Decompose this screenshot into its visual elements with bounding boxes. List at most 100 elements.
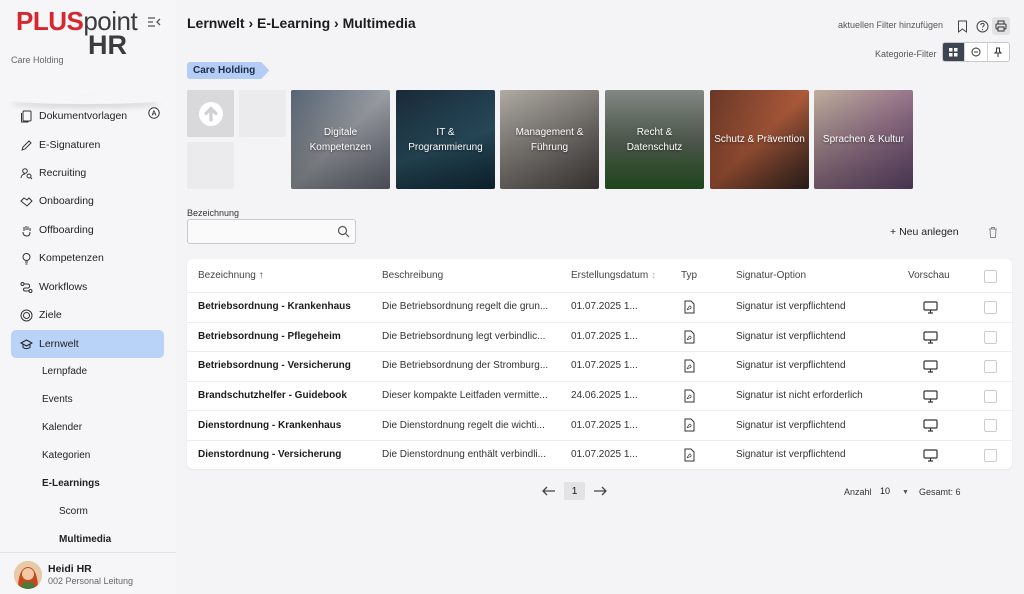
prev-page-arrow-icon[interactable] <box>542 486 556 496</box>
total-count: Gesamt: 6 <box>919 487 961 497</box>
monitor-icon[interactable] <box>923 419 938 432</box>
pdf-icon[interactable] <box>684 389 695 403</box>
search-label: Bezeichnung <box>187 208 240 218</box>
row-checkbox[interactable] <box>984 331 997 344</box>
sidebar-item-e-signaturen[interactable]: E-Signaturen <box>11 132 164 158</box>
collapse-sidebar-icon[interactable] <box>146 14 162 30</box>
person-search-icon <box>19 166 33 180</box>
sidebar-subitem-kalender[interactable]: Kalender <box>42 422 82 433</box>
select-all-checkbox[interactable] <box>984 270 997 283</box>
new-item-button[interactable]: + Neu anlegen <box>890 226 959 238</box>
sidebar-item-onboarding[interactable]: Onboarding <box>11 188 164 214</box>
search-input[interactable] <box>188 220 333 243</box>
row-name: Brandschutzhelfer - Guidebook <box>198 390 347 401</box>
help-icon[interactable] <box>973 17 991 35</box>
sort-icon: ↕ <box>651 270 657 281</box>
sort-up-icon: ↑ <box>258 270 264 281</box>
row-checkbox[interactable] <box>984 301 997 314</box>
category-tile-sprachen-kultur[interactable]: Sprachen & Kultur <box>814 90 913 189</box>
col-header-beschreibung[interactable]: Beschreibung <box>382 270 443 281</box>
monitor-icon[interactable] <box>923 449 938 462</box>
upload-arrow-icon <box>198 101 223 126</box>
pdf-icon[interactable] <box>684 330 695 344</box>
row-signature: Signatur ist verpflichtend <box>736 301 846 312</box>
row-checkbox[interactable] <box>984 390 997 403</box>
main-content: Lernwelt › E-Learning › Multimedia aktue… <box>176 0 1024 594</box>
sidebar-item-lernwelt[interactable]: Lernwelt <box>11 330 164 358</box>
col-header-signatur-option[interactable]: Signatur-Option <box>736 270 806 281</box>
hand-icon <box>19 223 33 237</box>
print-icon[interactable] <box>992 17 1010 35</box>
company-tag[interactable]: Care Holding <box>187 62 269 79</box>
pdf-icon[interactable] <box>684 418 695 432</box>
graduation-cap-icon <box>19 337 33 351</box>
col-header-vorschau[interactable]: Vorschau <box>908 270 950 281</box>
sidebar-item-offboarding[interactable]: Offboarding <box>11 217 164 243</box>
row-description: Dieser kompakte Leitfaden vermitte... <box>382 390 548 401</box>
target-icon <box>19 308 33 322</box>
search-icon[interactable] <box>337 225 350 238</box>
category-tile-recht-datenschutz[interactable]: Recht & Datenschutz <box>605 90 704 189</box>
sidebar-item-workflows[interactable]: Workflows <box>11 274 164 300</box>
monitor-icon[interactable] <box>923 390 938 403</box>
sidebar-subitem-scorm[interactable]: Scorm <box>59 506 88 517</box>
category-tile-schutz-praevention[interactable]: Schutz & Prävention <box>710 90 809 189</box>
page-size-select[interactable]: 10 ▼ <box>880 483 913 499</box>
sidebar-item-ziele[interactable]: Ziele <box>11 302 164 328</box>
row-date: 01.07.2025 1... <box>571 301 638 312</box>
pdf-icon[interactable] <box>684 448 695 462</box>
trash-icon[interactable] <box>987 226 999 239</box>
plus-icon: + <box>890 226 900 238</box>
circle-filter-button[interactable] <box>964 43 986 61</box>
row-description: Die Betriebsordnung regelt die grun... <box>382 301 549 312</box>
category-tile-it-programmierung[interactable]: IT & Programmierung <box>396 90 495 189</box>
row-date: 01.07.2025 1... <box>571 449 638 460</box>
upload-button[interactable] <box>187 90 234 137</box>
avatar <box>14 561 42 589</box>
grid-icon <box>949 47 958 56</box>
monitor-icon[interactable] <box>923 360 938 373</box>
sidebar-subitem-e-learnings[interactable]: E-Learnings <box>42 478 100 489</box>
sidebar-subitem-kategorien[interactable]: Kategorien <box>42 450 90 461</box>
sidebar-subitem-events[interactable]: Events <box>42 394 73 405</box>
row-checkbox[interactable] <box>984 449 997 462</box>
grid-view-button[interactable] <box>943 43 965 61</box>
pen-icon <box>19 138 33 152</box>
category-tile-management-fuehrung[interactable]: Management & Führung <box>500 90 599 189</box>
row-name: Betriebsordnung - Krankenhaus <box>198 301 351 312</box>
pin-button[interactable] <box>986 43 1009 61</box>
workflow-icon <box>19 280 33 294</box>
sidebar-item-dokumentvorlagen[interactable]: Dokumentvorlagen <box>11 103 164 129</box>
sidebar-subitem-multimedia[interactable]: Multimedia <box>59 534 111 545</box>
sidebar: PLUSpoint HR Care Holding A Dokumentvorl… <box>0 0 176 594</box>
caret-down-icon: ▼ <box>902 489 909 496</box>
search-field <box>187 219 356 244</box>
row-signature: Signatur ist verpflichtend <box>736 331 846 342</box>
category-placeholder <box>187 142 234 189</box>
col-header-bezeichnung[interactable]: Bezeichnung ↑ <box>198 270 264 281</box>
col-header-erstellungsdatum[interactable]: Erstellungsdatum ↕ <box>571 270 656 281</box>
next-page-arrow-icon[interactable] <box>593 486 607 496</box>
pdf-icon[interactable] <box>684 300 695 314</box>
add-filter-link[interactable]: aktuellen Filter hinzufügen <box>838 20 943 30</box>
bookmark-icon[interactable] <box>953 17 971 35</box>
monitor-icon[interactable] <box>923 331 938 344</box>
user-name: Heidi HR <box>48 563 92 575</box>
monitor-icon[interactable] <box>923 301 938 314</box>
page-number-button[interactable]: 1 <box>564 482 585 500</box>
row-description: Die Dienstordnung enthält verbindli... <box>382 449 546 460</box>
col-header-typ[interactable]: Typ <box>681 270 697 281</box>
row-description: Die Betriebsordnung legt verbindlic... <box>382 331 546 342</box>
user-profile[interactable]: Heidi HR 002 Personal Leitung <box>0 552 176 594</box>
kategorie-filter-label: Kategorie-Filter <box>875 49 937 59</box>
sidebar-item-recruiting[interactable]: Recruiting <box>11 160 164 186</box>
handshake-icon <box>19 194 33 208</box>
sidebar-subitem-lernpfade[interactable]: Lernpfade <box>42 366 87 377</box>
sidebar-item-kompetenzen[interactable]: Kompetenzen <box>11 245 164 271</box>
row-checkbox[interactable] <box>984 419 997 432</box>
category-tile-digitale-kompetenzen[interactable]: Digitale Kompetenzen <box>291 90 390 189</box>
pdf-icon[interactable] <box>684 359 695 373</box>
category-placeholder <box>239 90 286 137</box>
anzahl-label: Anzahl <box>844 487 872 497</box>
row-checkbox[interactable] <box>984 360 997 373</box>
